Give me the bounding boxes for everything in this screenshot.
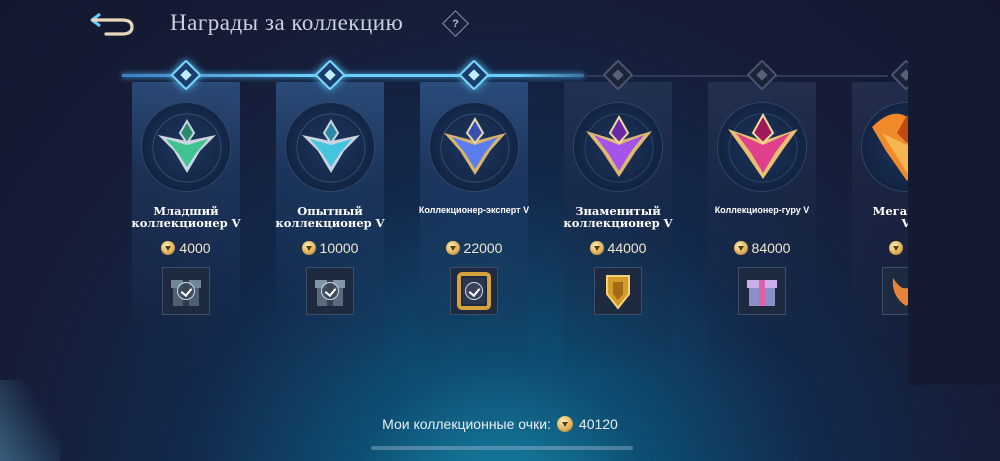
scroll-edge-mask [908, 55, 1000, 385]
collector-coin-icon [733, 241, 748, 255]
help-diamond-icon: ? [452, 17, 459, 30]
rank-badge-icon [573, 102, 663, 192]
points-value: 40120 [578, 416, 618, 432]
collector-coin-icon [556, 416, 573, 432]
rank-name: Коллекционер-эксперт V [418, 205, 530, 215]
collection-points-summary: Мои коллекционные очки: 40120 [0, 416, 1000, 432]
collector-coin-icon [301, 241, 316, 255]
rank-name: Опытный коллекционер V [275, 204, 385, 230]
reward-item-shield[interactable] [594, 267, 642, 315]
collector-coin-icon [589, 241, 604, 255]
back-arrow-icon [90, 12, 134, 36]
claimed-check-icon [177, 282, 195, 300]
rank-card-experienced[interactable]: Опытный коллекционер V 10000 [275, 82, 385, 382]
back-button[interactable] [88, 8, 140, 38]
rank-badge-icon [285, 102, 375, 192]
collector-coin-icon [445, 241, 460, 255]
rank-name: Младший коллекционер V [131, 204, 241, 230]
rank-points: 10000 [276, 240, 384, 256]
rank-card-junior[interactable]: Младший коллекционер V 4000 [131, 82, 241, 382]
help-button[interactable]: ? [442, 10, 469, 37]
rank-badge-icon [429, 102, 519, 192]
rank-points: 84000 [708, 240, 816, 256]
reward-item-chest[interactable] [306, 267, 354, 315]
rank-card-famous[interactable]: Знаменитый коллекционер V 44000 [563, 82, 673, 382]
rank-points: 44000 [564, 240, 672, 256]
rank-badge-icon [141, 102, 231, 192]
claimed-check-icon [321, 282, 339, 300]
rank-name: Коллекционер-гуру V [714, 205, 810, 215]
points-label: Мои коллекционные очки: [382, 416, 551, 432]
reward-item-frame[interactable] [450, 267, 498, 315]
reward-item-chest[interactable] [738, 267, 786, 315]
rank-points: 4000 [132, 240, 240, 256]
rank-points: 22000 [420, 240, 528, 256]
collector-coin-icon [889, 241, 904, 255]
rank-card-guru[interactable]: Коллекционер-гуру V 84000 [708, 82, 816, 382]
claimed-check-icon [465, 282, 483, 300]
horizontal-scrollbar[interactable] [371, 446, 633, 450]
rank-name: Знаменитый коллекционер V [563, 204, 673, 230]
rank-card-expert[interactable]: Коллекционер-эксперт V 22000 [419, 82, 529, 382]
rank-badge-icon [717, 102, 807, 192]
page-title: Награды за коллекцию [170, 10, 404, 35]
reward-item-chest[interactable] [162, 267, 210, 315]
collector-coin-icon [161, 241, 176, 255]
